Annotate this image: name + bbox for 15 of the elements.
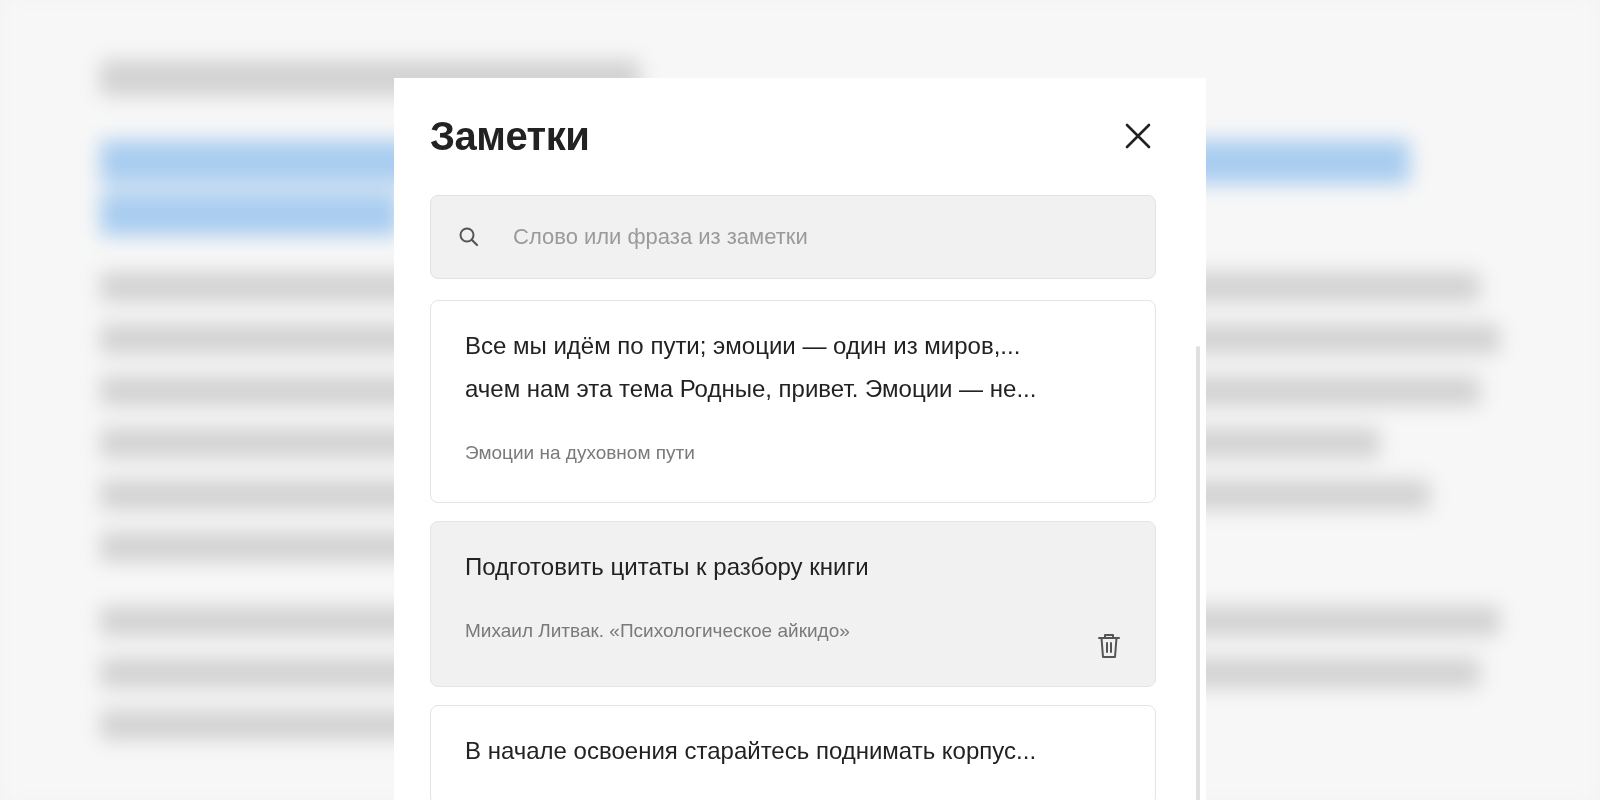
close-icon: [1124, 122, 1152, 150]
note-text: В начале освоения старайтесь поднимать корпус...: [465, 736, 1038, 766]
note-source: Эмоции на духовном пути: [465, 442, 695, 464]
search-field[interactable]: Слово или фраза из заметки: [430, 195, 1156, 279]
note-card[interactable]: В начале освоения старайтесь поднимать корпус...: [430, 705, 1156, 800]
trash-icon: [1097, 632, 1121, 660]
note-source: Михаил Литвак. «Психологическое айкидо»: [465, 620, 850, 642]
note-text: Все мы идём по пути; эмоции — один из миров,...: [465, 331, 1022, 361]
note-card[interactable]: Подготовить цитаты к разбору книги Михаил Литвак. «Психологическое айкидо»: [430, 521, 1156, 687]
note-card[interactable]: Все мы идём по пути; эмоции — один из миров,... ачем нам эта тема Родные, привет. Эмоции — не... Эмоции на духовном пути: [430, 300, 1156, 503]
note-text: ачем нам эта тема Родные, привет. Эмоции — не...: [465, 374, 1038, 404]
search-icon: [458, 226, 480, 248]
dialog-title: Заметки: [430, 113, 590, 159]
note-text: Подготовить цитаты к разбору книги: [465, 552, 870, 582]
delete-button[interactable]: [1097, 632, 1121, 660]
